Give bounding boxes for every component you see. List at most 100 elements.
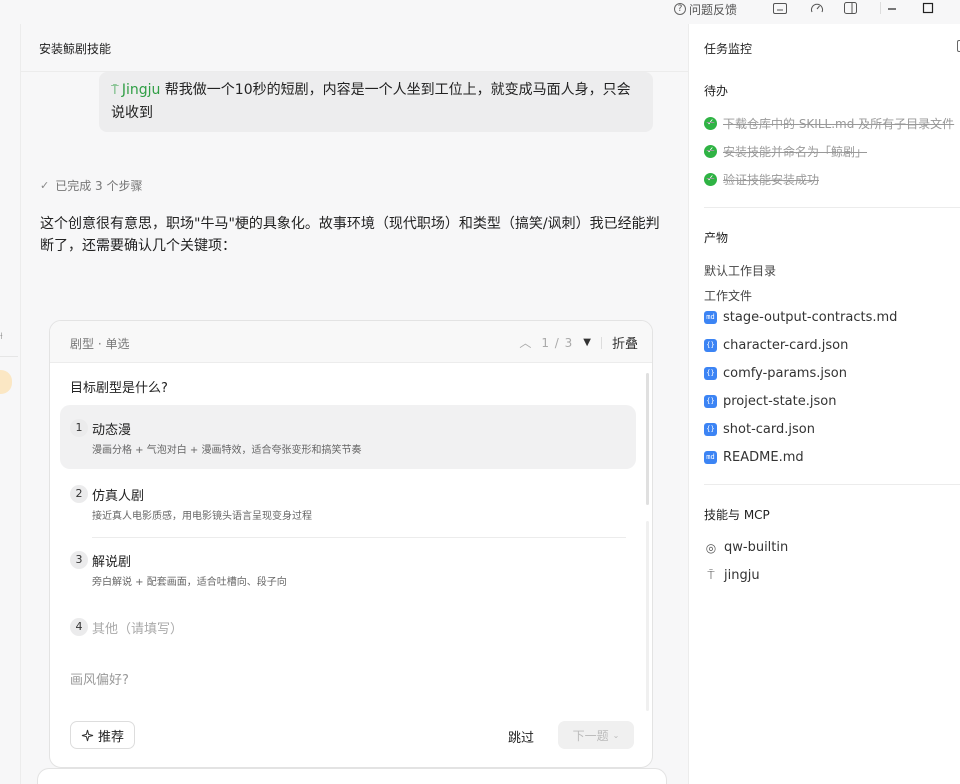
gauge-button[interactable] [807,0,827,16]
titlebar-divider [880,2,881,14]
conversation-header: 安装鲸剧技能 [21,24,689,72]
skill-name: jingju [724,568,760,583]
todo-label: 下载仓库中的 SKILL.md 及所有子目录文件 [723,117,955,131]
option-number: 3 [70,551,88,569]
question-type-label: 剧型 · 单选 [70,337,130,351]
feedback-button[interactable]: ? 问题反馈 [674,0,737,18]
skip-button[interactable]: 跳过 [508,727,534,746]
markdown-file-icon: md [704,311,717,324]
option-3[interactable]: 3 解说剧 旁白解说 + 配套画面，适合吐槽向、段子向 [60,537,636,601]
skill-name: qw-builtin [724,540,789,555]
file-item[interactable]: {} comfy-params.json [704,366,847,381]
question-card-footer: 推荐 跳过 下一题 ⌄ [50,709,652,767]
page-title: 安装鲸剧技能 [39,42,112,56]
check-circle-icon: ✓ [704,117,717,130]
todo-item: ✓ 验证技能安装成功 [704,171,819,188]
check-circle-icon: ✓ [704,173,717,186]
sidebar-edge-avatar[interactable] [0,370,12,394]
next-label: 下一题 [572,728,609,743]
next-question-title: 画风偏好? [70,673,129,688]
question-counter: 1 / 3 [541,335,574,350]
todo-item: ✓ 安装技能并命名为「鲸剧」 [704,143,867,160]
todo-section-title: 待办 [704,84,729,98]
option-other-input[interactable]: 其他（请填写） [92,618,183,637]
option-title: 解说剧 [92,555,132,570]
skill-item[interactable]: ◎ qw-builtin [704,540,789,555]
keyboard-icon [773,2,787,14]
file-name: README.md [723,450,804,465]
file-item[interactable]: {} shot-card.json [704,422,815,437]
question-icon: ? [674,3,686,15]
maximize-button[interactable] [918,0,938,16]
option-4-other[interactable]: 4 其他（请填写） [60,605,636,649]
user-message-text: 帮我做一个10秒的短剧，内容是一个人坐到工位上，就变成马面人身，只会说收到 [111,82,631,121]
recommend-button[interactable]: 推荐 [70,721,136,749]
recommend-label: 推荐 [98,729,125,745]
fold-button[interactable]: 折叠 [612,333,638,352]
nav-divider [600,336,602,349]
user-message: ⍑ Jingju 帮我做一个10秒的短剧，内容是一个人坐到工位上，就变成马面人身，… [99,72,653,132]
check-circle-icon: ✓ [704,145,717,158]
todo-label: 安装技能并命名为「鲸剧」 [723,145,868,159]
markdown-file-icon: md [704,451,717,464]
file-name: shot-card.json [723,422,815,437]
skill-item[interactable]: ⍑ jingju [704,568,760,583]
json-file-icon: {} [704,367,717,380]
option-number: 2 [70,485,88,503]
option-desc: 接近真人电影质感，用电影镜头语言呈现变身过程 [92,511,312,522]
question-title: 目标剧型是什么? [70,381,168,396]
default-dir-link[interactable]: 默认工作目录 [704,262,776,279]
check-icon: ✓ [40,179,50,192]
fingerprint-icon: ◎ [705,540,717,555]
title-bar: ? 问题反馈 [0,0,960,24]
file-item[interactable]: {} project-state.json [704,394,836,409]
artifacts-section-title: 产物 [704,231,729,245]
question-card-header: 剧型 · 单选 ︿ 1 / 3 ▼ 折叠 [50,321,652,363]
minimize-button[interactable] [882,0,902,16]
skills-section-title: 技能与 MCP [704,508,770,522]
minimize-icon [888,8,896,10]
tag-icon: ⍑ [707,568,715,582]
file-item[interactable]: md README.md [704,450,804,465]
steps-summary[interactable]: ✓ 已完成 3 个步骤 [40,177,142,194]
chevron-up-icon[interactable]: ︿ [519,334,531,351]
next-question-button[interactable]: 下一题 ⌄ [558,721,634,749]
json-file-icon: {} [704,395,717,408]
file-name: comfy-params.json [723,366,847,381]
option-title: 仿真人剧 [92,489,145,504]
file-item[interactable]: md stage-output-contracts.md [704,310,897,325]
sidebar-edge-glyph: ⟊ [0,331,3,342]
file-item[interactable]: {} character-card.json [704,338,848,353]
option-1[interactable]: 1 动态漫 漫画分格 + 气泡对白 + 漫画特效，适合夸张变形和搞笑节奏 [60,405,636,469]
sidebar-toggle-button[interactable] [840,0,860,16]
keyboard-button[interactable] [770,0,790,16]
sidebar-toggle-icon [843,2,857,14]
panel-divider [704,207,960,208]
todo-label: 验证技能安装成功 [723,173,820,187]
assistant-reply: 这个创意很有意思，职场"牛马"梗的具象化。故事环境（现代职场）和类型（搞笑/讽刺… [40,216,660,254]
option-number: 4 [70,618,88,636]
json-file-icon: {} [704,339,717,352]
chevron-down-icon: ⌄ [612,730,620,740]
card-scrollbar[interactable] [646,373,649,505]
left-sidebar-edge: ⟊ [0,24,20,784]
file-name: stage-output-contracts.md [723,310,898,325]
gauge-icon [811,3,823,13]
option-title: 动态漫 [92,423,132,438]
file-name: project-state.json [723,394,837,409]
option-desc: 漫画分格 + 气泡对白 + 漫画特效，适合夸张变形和搞笑节奏 [92,445,362,456]
question-card: 剧型 · 单选 ︿ 1 / 3 ▼ 折叠 目标剧型是什么? 1 动态漫 漫画分格… [49,320,653,768]
conversation-area: 安装鲸剧技能 ⍑ Jingju 帮我做一个10秒的短剧，内容是一个人坐到工位上，就… [20,24,689,784]
option-desc: 旁白解说 + 配套画面，适合吐槽向、段子向 [92,577,287,588]
sidebar-edge-divider [0,356,18,357]
json-file-icon: {} [704,423,717,436]
message-composer[interactable] [37,768,667,784]
chevron-down-icon[interactable]: ▼ [583,337,591,348]
option-2[interactable]: 2 仿真人剧 接近真人电影质感，用电影镜头语言呈现变身过程 [60,471,636,535]
option-number: 1 [70,419,88,437]
sparkle-icon [81,729,94,741]
skill-mention[interactable]: ⍑ Jingju [111,82,160,98]
skill-mention-label: Jingju [121,82,161,98]
feedback-label: 问题反馈 [689,2,738,17]
task-monitor-panel: 任务监控 待办 ✓ 下载仓库中的 SKILL.md 及所有子目录文件 ✓ 安装技… [688,24,960,784]
